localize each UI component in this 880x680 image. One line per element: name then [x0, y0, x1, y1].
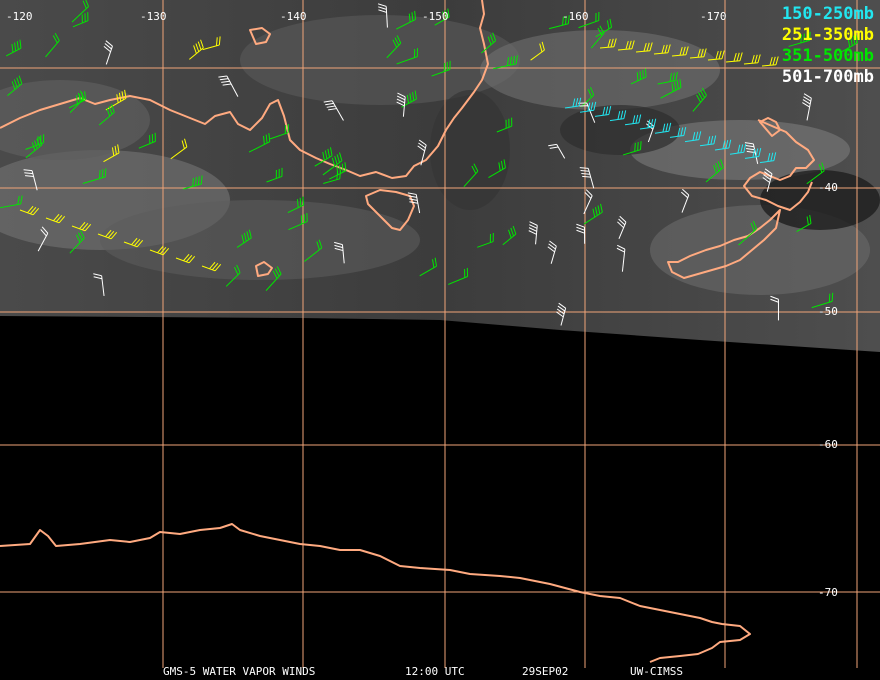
lon-label-150: -150 [422, 10, 449, 23]
lon-label-170: -170 [700, 10, 727, 23]
lat-label-50: -50 [818, 305, 838, 318]
water-vapor-wind-map: -120 -130 -140 -150 -160 -170 -40 -50 -6… [0, 0, 880, 668]
legend-251-350mb: 251-350mb [781, 25, 874, 45]
footer-time: 12:00 UTC [405, 665, 465, 678]
footer-source: UW-CIMSS [630, 665, 683, 678]
lon-label-120: -120 [6, 10, 33, 23]
lon-label-140: -140 [280, 10, 307, 23]
footer-satellite: GMS-5 WATER VAPOR WINDS [163, 665, 316, 678]
legend-150-250mb: 150-250mb [781, 4, 874, 24]
footer-date: 29SEP02 [522, 665, 569, 678]
image-footer: GMS-5 WATER VAPOR WINDS 12:00 UTC 29SEP0… [0, 665, 880, 679]
lat-label-60: -60 [818, 438, 838, 451]
legend-501-700mb: 501-700mb [781, 67, 874, 87]
lat-label-40: -40 [818, 181, 838, 194]
lat-label-70: -70 [818, 586, 838, 599]
legend-351-500mb: 351-500mb [781, 46, 874, 66]
antarctica-coast [0, 523, 751, 663]
lon-label-130: -130 [140, 10, 167, 23]
satellite-imagery [0, 0, 880, 352]
lon-label-160: -160 [562, 10, 589, 23]
